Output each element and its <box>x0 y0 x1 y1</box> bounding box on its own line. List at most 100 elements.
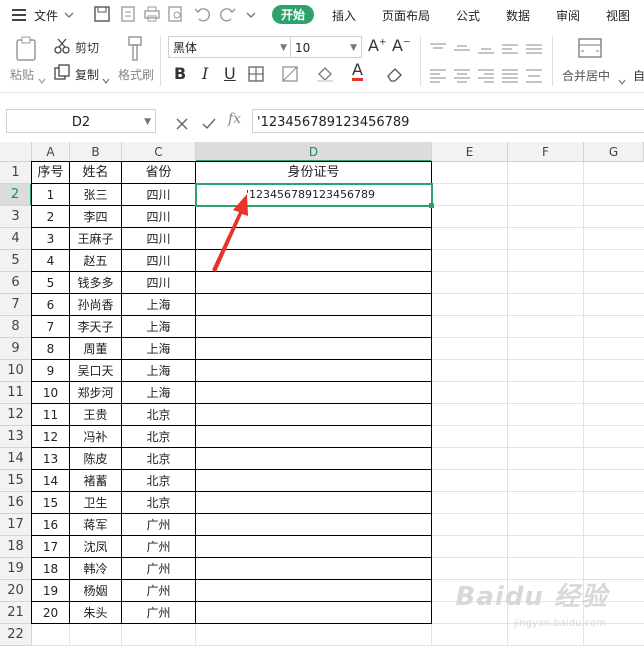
table-cell[interactable]: 四川 <box>122 272 196 294</box>
table-cell[interactable]: 16 <box>32 514 70 536</box>
tab-view[interactable]: 视图 <box>606 7 630 24</box>
column-header-g[interactable]: G <box>584 142 644 162</box>
font-size-select[interactable]: 10 ▼ <box>290 36 362 58</box>
table-cell[interactable]: 王贵 <box>70 404 122 426</box>
table-cell[interactable] <box>196 404 432 426</box>
table-cell[interactable]: 陈皮 <box>70 448 122 470</box>
align-right-icon[interactable] <box>478 68 494 87</box>
cut-button[interactable]: 剪切 <box>75 39 99 56</box>
table-cell[interactable]: 北京 <box>122 470 196 492</box>
paste-icon[interactable] <box>14 36 38 66</box>
tab-review[interactable]: 审阅 <box>556 7 580 24</box>
font-name-select[interactable]: 黑体 ▼ <box>168 36 292 58</box>
table-cell[interactable]: 上海 <box>122 294 196 316</box>
table-cell[interactable] <box>196 536 432 558</box>
table-cell[interactable]: 孙尚香 <box>70 294 122 316</box>
tab-formulas[interactable]: 公式 <box>456 7 480 24</box>
auto-wrap-button[interactable]: 自 <box>633 67 644 84</box>
copy-icon[interactable] <box>54 64 70 84</box>
hamburger-menu-icon[interactable] <box>12 9 26 21</box>
table-cell[interactable]: 19 <box>32 580 70 602</box>
more-dropdown-icon[interactable] <box>246 9 256 23</box>
chevron-down-icon[interactable] <box>38 70 46 89</box>
table-cell[interactable] <box>196 294 432 316</box>
table-cell[interactable] <box>196 558 432 580</box>
table-cell[interactable]: 褚蓄 <box>70 470 122 492</box>
table-cell[interactable]: 沈凤 <box>70 536 122 558</box>
table-cell[interactable]: 赵五 <box>70 250 122 272</box>
table-cell[interactable]: 卫生 <box>70 492 122 514</box>
align-bottom-icon[interactable] <box>478 40 494 59</box>
table-cell[interactable]: 钱多多 <box>70 272 122 294</box>
table-cell[interactable] <box>196 470 432 492</box>
text-direction-icon[interactable] <box>502 40 518 59</box>
table-cell[interactable]: 广州 <box>122 558 196 580</box>
table-cell[interactable]: 上海 <box>122 316 196 338</box>
table-cell[interactable]: 广州 <box>122 602 196 624</box>
table-cell[interactable] <box>196 360 432 382</box>
table-cell[interactable]: 8 <box>32 338 70 360</box>
table-cell[interactable]: 李天子 <box>70 316 122 338</box>
bold-icon[interactable]: B <box>174 64 186 83</box>
chevron-down-icon[interactable] <box>102 70 110 89</box>
row-header-9[interactable]: 9 <box>0 338 32 360</box>
table-cell[interactable]: 6 <box>32 294 70 316</box>
row-header-1[interactable]: 1 <box>0 162 32 184</box>
table-cell[interactable]: 四川 <box>122 250 196 272</box>
table-cell[interactable]: 2 <box>32 206 70 228</box>
table-cell[interactable]: 朱头 <box>70 602 122 624</box>
print-icon[interactable] <box>144 6 160 25</box>
table-cell[interactable]: 20 <box>32 602 70 624</box>
row-header-19[interactable]: 19 <box>0 558 32 580</box>
align-middle-icon[interactable] <box>454 40 470 59</box>
table-cell[interactable]: 四川 <box>122 228 196 250</box>
table-cell[interactable]: 广州 <box>122 536 196 558</box>
row-header-8[interactable]: 8 <box>0 316 32 338</box>
table-cell[interactable]: 12 <box>32 426 70 448</box>
table-cell[interactable]: 冯补 <box>70 426 122 448</box>
table-cell[interactable] <box>196 514 432 536</box>
chevron-down-icon[interactable] <box>64 9 74 23</box>
borders-icon[interactable] <box>248 66 264 86</box>
table-cell[interactable]: 郑步河 <box>70 382 122 404</box>
chevron-down-icon[interactable] <box>618 71 626 90</box>
table-cell[interactable]: 北京 <box>122 426 196 448</box>
row-header-15[interactable]: 15 <box>0 470 32 492</box>
file-menu[interactable]: 文件 <box>34 7 58 24</box>
table-cell[interactable]: 广州 <box>122 514 196 536</box>
table-cell[interactable]: 1 <box>32 184 70 206</box>
row-header-5[interactable]: 5 <box>0 250 32 272</box>
align-top-icon[interactable] <box>430 40 446 59</box>
formula-input[interactable]: '123456789123456789 <box>252 109 644 133</box>
merge-cells-icon[interactable] <box>578 38 602 62</box>
print-preview-icon[interactable] <box>168 6 184 25</box>
table-cell[interactable]: 5 <box>32 272 70 294</box>
clear-format-icon[interactable] <box>386 66 404 86</box>
table-cell[interactable]: 7 <box>32 316 70 338</box>
table-cell[interactable]: 10 <box>32 382 70 404</box>
select-all-corner[interactable] <box>0 142 32 162</box>
table-cell[interactable]: 14 <box>32 470 70 492</box>
table-cell[interactable]: 15 <box>32 492 70 514</box>
table-cell[interactable]: 李四 <box>70 206 122 228</box>
table-cell[interactable] <box>196 426 432 448</box>
fill-handle[interactable] <box>429 203 434 208</box>
cell-style-icon[interactable] <box>282 66 298 86</box>
table-header-cell[interactable]: 省份 <box>122 162 196 184</box>
table-cell[interactable] <box>196 316 432 338</box>
scissors-icon[interactable] <box>54 38 70 58</box>
paste-button[interactable]: 粘贴 <box>10 66 34 83</box>
table-cell[interactable]: 周董 <box>70 338 122 360</box>
fill-color-icon[interactable] <box>316 66 334 86</box>
row-header-20[interactable]: 20 <box>0 580 32 602</box>
wrap-text-icon[interactable] <box>526 40 542 59</box>
align-left-icon[interactable] <box>430 68 446 87</box>
table-cell[interactable] <box>196 338 432 360</box>
row-header-14[interactable]: 14 <box>0 448 32 470</box>
table-cell[interactable]: 王麻子 <box>70 228 122 250</box>
column-header-b[interactable]: B <box>70 142 122 162</box>
table-cell[interactable]: 9 <box>32 360 70 382</box>
table-cell[interactable]: 北京 <box>122 404 196 426</box>
column-header-d[interactable]: D <box>196 142 432 162</box>
row-header-10[interactable]: 10 <box>0 360 32 382</box>
